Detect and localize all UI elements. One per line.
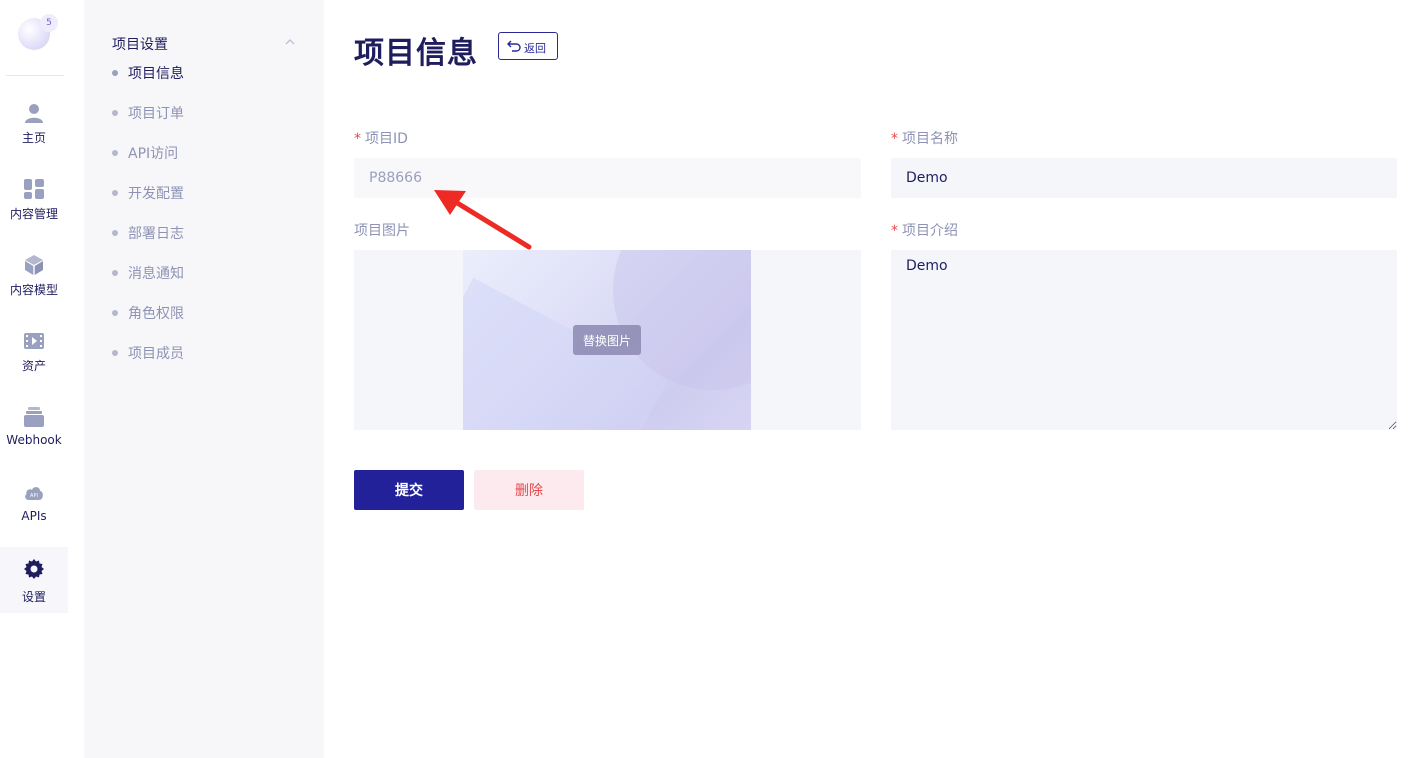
submit-button[interactable]: 提交: [354, 470, 464, 510]
svg-text:API: API: [30, 493, 38, 499]
rail-divider: [6, 75, 64, 76]
settings-submenu: 项目设置 项目信息 项目订单 API访问 开发配置 部署日志 消息通知 角色权限…: [84, 0, 324, 758]
project-name-label-text: 项目名称: [902, 131, 958, 147]
rail-item-label: 内容管理: [9, 207, 58, 221]
project-desc-label-text: 项目介绍: [902, 223, 958, 239]
bullet-dot: [112, 70, 118, 76]
rail-item-webhook[interactable]: Webhook: [0, 407, 68, 473]
delete-button[interactable]: 删除: [474, 470, 584, 510]
icon-rail: 5 主页 内容管理 内容模型 资产 Webhook API APIs 设置: [0, 0, 68, 758]
rail-item-apis[interactable]: API APIs: [0, 483, 68, 549]
project-image-label: 项目图片: [354, 223, 410, 239]
rail-item-label: 主页: [21, 131, 46, 145]
rail-item-assets[interactable]: 资产: [0, 331, 68, 397]
submenu-item-label: 开发配置: [128, 186, 184, 202]
submenu-item-label: 项目信息: [128, 66, 184, 82]
media-icon: [24, 333, 44, 349]
bullet-dot: [112, 190, 118, 196]
required-mark: *: [354, 131, 361, 147]
rail-item-home[interactable]: 主页: [0, 103, 68, 169]
project-id-label: * 项目ID: [354, 128, 408, 148]
undo-icon: [507, 40, 521, 52]
bullet-dot: [112, 350, 118, 356]
bullet-dot: [112, 270, 118, 276]
rail-item-label: APIs: [21, 509, 47, 523]
project-desc-label: * 项目介绍: [891, 220, 958, 240]
annotation-arrow-icon: [434, 190, 532, 250]
bullet-dot: [112, 110, 118, 116]
grid-icon: [24, 179, 44, 199]
required-mark: *: [891, 223, 898, 239]
rail-item-label: 内容模型: [9, 283, 58, 297]
rail-item-model[interactable]: 内容模型: [0, 255, 68, 321]
submenu-title[interactable]: 项目设置: [112, 34, 168, 54]
page-title: 项目信息: [354, 36, 478, 71]
bullet-dot: [112, 310, 118, 316]
rail-item-label: 设置: [21, 590, 46, 604]
rail-item-settings[interactable]: 设置: [0, 547, 68, 613]
project-desc-textarea[interactable]: Demo: [891, 250, 1397, 430]
back-button[interactable]: 返回: [498, 32, 558, 60]
chevron-up-icon[interactable]: [284, 36, 296, 48]
bullet-dot: [112, 230, 118, 236]
back-button-label: 返回: [524, 43, 546, 55]
submenu-item-label: 角色权限: [128, 306, 184, 322]
gear-icon: [24, 559, 44, 579]
project-image-preview: 替换图片: [463, 250, 751, 430]
required-mark: *: [891, 131, 898, 147]
project-id-label-text: 项目ID: [365, 131, 408, 147]
submenu-item-label: 项目订单: [128, 106, 184, 122]
submenu-item-label: 项目成员: [128, 346, 184, 362]
rail-item-label: Webhook: [6, 433, 62, 447]
project-image-box: 替换图片: [354, 250, 861, 430]
project-name-input[interactable]: [891, 158, 1397, 198]
avatar-badge: 5: [40, 14, 58, 32]
rail-item-label: 资产: [21, 359, 46, 373]
bullet-dot: [112, 150, 118, 156]
stack-icon: [24, 407, 44, 427]
rail-item-content[interactable]: 内容管理: [0, 179, 68, 245]
project-name-label: * 项目名称: [891, 128, 958, 148]
cloud-api-icon: API: [25, 487, 43, 500]
user-icon: [25, 104, 43, 123]
replace-image-button[interactable]: 替换图片: [573, 325, 641, 355]
submenu-item-label: 部署日志: [128, 226, 184, 242]
submenu-item-label: 消息通知: [128, 266, 184, 282]
submenu-item-label: API访问: [128, 146, 179, 162]
cube-icon: [25, 255, 43, 275]
